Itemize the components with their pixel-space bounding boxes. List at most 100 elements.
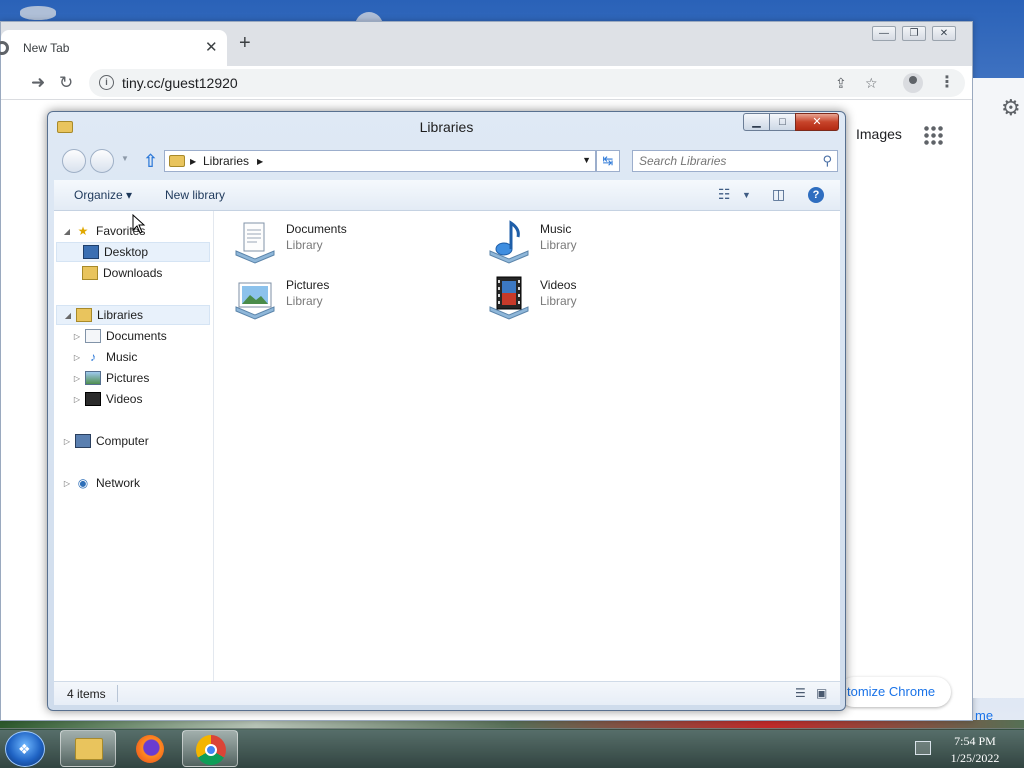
up-arrow-icon[interactable]: ⇧: [143, 151, 158, 172]
library-name: Pictures: [286, 278, 330, 292]
music-library-icon: [489, 220, 529, 264]
tree-music[interactable]: ▷ ♪ Music: [72, 347, 137, 367]
breadcrumb-chevron-icon[interactable]: ▶: [257, 157, 263, 166]
recent-pages-chevron-down-icon[interactable]: ▼: [121, 154, 129, 163]
documents-library-icon: [235, 222, 275, 264]
library-videos[interactable]: Videos Library: [486, 273, 726, 323]
tab-close-icon[interactable]: ✕: [205, 38, 218, 56]
breadcrumb-chevron-icon[interactable]: ▶: [190, 157, 196, 166]
close-button[interactable]: ✕: [932, 26, 956, 41]
collapse-arrow-icon[interactable]: ▷: [62, 437, 72, 446]
taskbar-firefox-button[interactable]: [122, 730, 178, 767]
customize-chrome-button[interactable]: tomize Chrome: [839, 677, 951, 707]
command-bar: Organize ▾ New library ☷ ▼ ◫ ?: [54, 180, 840, 211]
library-type: Library: [540, 294, 577, 308]
explorer-maximize-button[interactable]: □: [769, 113, 795, 131]
windows-explorer-icon: [75, 738, 103, 760]
desktop-wallpaper: [0, 0, 1024, 21]
explorer-close-button[interactable]: ✕: [795, 113, 839, 131]
taskbar-explorer-button[interactable]: [60, 730, 116, 767]
status-bar: 4 items ☰ ▣: [54, 681, 840, 705]
network-globe-icon: ◉: [77, 476, 89, 490]
tree-label: Network: [96, 476, 141, 490]
details-view-icon[interactable]: ☰: [795, 686, 806, 700]
mouse-cursor-icon: [132, 214, 146, 234]
tree-documents[interactable]: ▷ Documents: [72, 326, 167, 346]
window-title: Libraries: [419, 119, 474, 135]
chrome-tab-strip: New Tab ✕ + — ❐ ✕: [0, 22, 972, 66]
taskbar-clock[interactable]: 7:54 PM 1/25/2022: [940, 733, 1010, 767]
address-bar[interactable]: i tiny.cc/guest12920 ⇪ ☆: [89, 69, 965, 97]
collapse-arrow-icon[interactable]: ▷: [62, 479, 72, 488]
network-tray-icon[interactable]: [915, 741, 931, 755]
tree-desktop[interactable]: Desktop: [56, 242, 210, 262]
change-view-icon[interactable]: ☷: [718, 186, 731, 203]
collapse-arrow-icon[interactable]: ▷: [72, 353, 82, 362]
tree-libraries[interactable]: ◢ Libraries: [56, 305, 210, 325]
taskbar-chrome-button[interactable]: [182, 730, 238, 767]
library-documents[interactable]: Documents Library: [232, 217, 472, 267]
tree-label: Pictures: [106, 371, 150, 385]
google-apps-icon[interactable]: [923, 125, 943, 145]
forward-arrow-icon[interactable]: ➜: [31, 73, 45, 93]
music-note-icon: ♪: [90, 350, 96, 364]
expand-arrow-icon[interactable]: ◢: [63, 311, 73, 320]
tree-label: Music: [106, 350, 138, 364]
library-name: Music: [540, 222, 572, 236]
breadcrumb-libraries[interactable]: Libraries: [203, 154, 249, 168]
bookmark-star-icon[interactable]: ☆: [865, 75, 878, 92]
tree-label: Downloads: [103, 266, 163, 280]
chrome-toolbar: ➜ ↻ i tiny.cc/guest12920 ⇪ ☆ ⋮: [1, 66, 972, 100]
view-options-chevron-down-icon[interactable]: ▼: [742, 190, 751, 200]
chrome-menu-icon[interactable]: ⋮: [939, 72, 955, 92]
large-icons-view-icon[interactable]: ▣: [816, 686, 827, 700]
pictures-library-icon: [235, 282, 275, 320]
url-text[interactable]: tiny.cc/guest12920: [122, 75, 238, 91]
partial-link[interactable]: me: [975, 708, 993, 723]
tab-title: New Tab: [23, 41, 70, 55]
forward-button[interactable]: [90, 149, 114, 173]
site-info-icon[interactable]: i: [99, 75, 114, 90]
preview-pane-icon[interactable]: ◫: [772, 186, 785, 203]
refresh-icon[interactable]: ↹: [596, 150, 620, 172]
new-library-button[interactable]: New library: [165, 188, 225, 202]
computer-icon: [75, 434, 91, 448]
tree-label: Desktop: [104, 245, 149, 259]
settings-gear-icon[interactable]: ⚙: [1001, 95, 1021, 121]
library-music[interactable]: Music Library: [486, 217, 726, 267]
tree-computer[interactable]: ▷ Computer: [62, 431, 149, 451]
new-tab-button[interactable]: +: [239, 33, 251, 53]
expand-arrow-icon[interactable]: ◢: [62, 227, 72, 236]
help-icon[interactable]: ?: [808, 187, 824, 203]
explorer-window: Libraries ▁ □ ✕ ▼ ⇧ ▶ Libraries ▶ ▼ ↹ ⚲ …: [47, 111, 846, 711]
tree-videos[interactable]: ▷ Videos: [72, 389, 142, 409]
minimize-button[interactable]: —: [872, 26, 896, 41]
images-link[interactable]: Images: [856, 126, 902, 142]
library-pictures[interactable]: Pictures Library: [232, 273, 472, 323]
library-type: Library: [540, 238, 577, 252]
navigation-pane: ◢ ★ Favorites Desktop Downloads ◢ Librar…: [54, 211, 214, 681]
collapse-arrow-icon[interactable]: ▷: [72, 374, 82, 383]
tree-downloads[interactable]: Downloads: [82, 263, 162, 283]
collapse-arrow-icon[interactable]: ▷: [72, 395, 82, 404]
clock-date: 1/25/2022: [950, 751, 1000, 765]
collapse-arrow-icon[interactable]: ▷: [72, 332, 82, 341]
search-libraries-field[interactable]: ⚲: [632, 150, 838, 172]
back-button[interactable]: [62, 149, 86, 173]
restore-button[interactable]: ❐: [902, 26, 926, 41]
profile-avatar-icon[interactable]: [903, 73, 923, 93]
search-icon[interactable]: ⚲: [822, 153, 832, 169]
chrome-tab-new-tab[interactable]: New Tab ✕: [0, 30, 227, 66]
organize-button[interactable]: Organize ▾: [74, 188, 132, 202]
search-input[interactable]: [639, 154, 811, 168]
tree-pictures[interactable]: ▷ Pictures: [72, 368, 149, 388]
share-icon[interactable]: ⇪: [835, 75, 847, 92]
address-dropdown-icon[interactable]: ▼: [582, 155, 591, 165]
explorer-minimize-button[interactable]: ▁: [743, 113, 769, 131]
tree-network[interactable]: ▷ ◉ Network: [62, 473, 140, 493]
recycle-bin-icon: [20, 6, 56, 20]
explorer-address-bar[interactable]: ▶ Libraries ▶ ▼: [164, 150, 596, 172]
library-name: Videos: [540, 278, 577, 292]
reload-icon[interactable]: ↻: [59, 73, 73, 93]
start-button[interactable]: ❖: [5, 731, 45, 767]
